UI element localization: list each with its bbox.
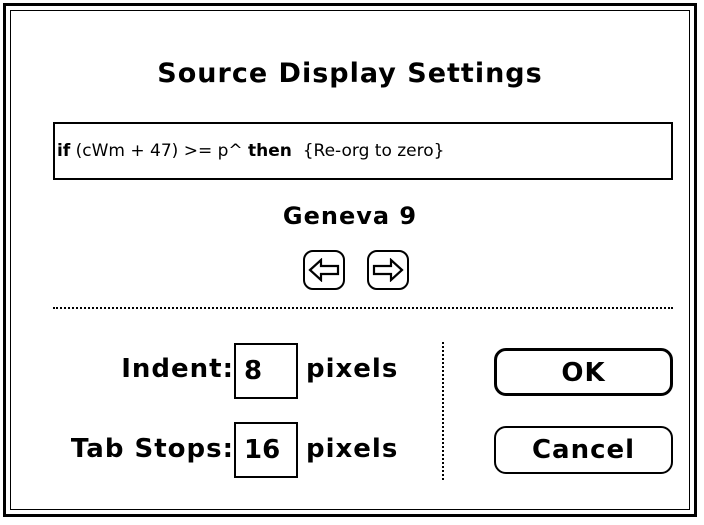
- tab-stops-label: Tab Stops:: [70, 434, 234, 464]
- vertical-divider: [442, 342, 444, 480]
- tab-stops-field[interactable]: 16: [234, 422, 298, 478]
- arrow-left-icon: [308, 258, 340, 282]
- arrow-right-icon: [372, 258, 404, 282]
- indent-field[interactable]: 8: [234, 343, 298, 399]
- preview-comment: {Re-org to zero}: [291, 141, 445, 161]
- font-name-label: Geneva 9: [282, 202, 418, 230]
- preview-text: if (cWm + 47) >= p^ then {Re-org to zero…: [57, 141, 444, 161]
- keyword-then: then: [248, 141, 292, 161]
- source-display-settings-dialog: Source Display Settings if (cWm + 47) >=…: [3, 3, 697, 517]
- indent-label: Indent:: [121, 354, 234, 384]
- cancel-button[interactable]: Cancel: [494, 426, 673, 474]
- previous-font-button[interactable]: [303, 250, 345, 290]
- tab-stops-unit: pixels: [306, 434, 399, 464]
- next-font-button[interactable]: [367, 250, 409, 290]
- ok-button[interactable]: OK: [494, 348, 673, 396]
- horizontal-divider: [53, 307, 673, 309]
- dialog-title: Source Display Settings: [157, 58, 543, 89]
- keyword-if: if: [57, 141, 71, 161]
- indent-unit: pixels: [306, 354, 399, 384]
- font-preview-box: if (cWm + 47) >= p^ then {Re-org to zero…: [53, 122, 673, 180]
- preview-expression: (cWm + 47) >= p^: [70, 141, 249, 161]
